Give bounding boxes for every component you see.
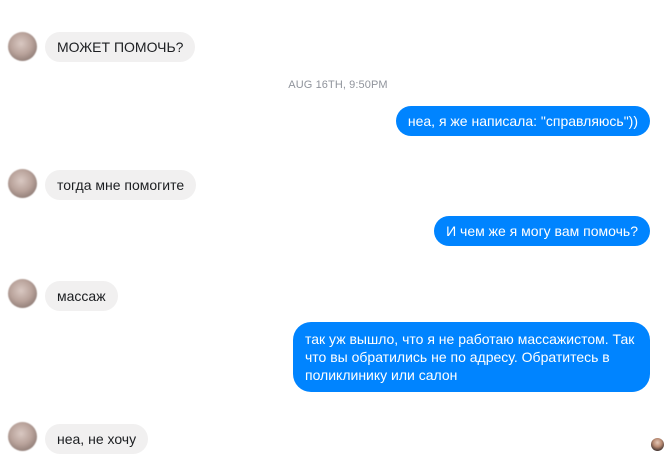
incoming-message[interactable]: МОЖЕТ ПОМОЧЬ? — [45, 32, 196, 62]
seen-avatar-icon — [650, 437, 665, 452]
incoming-message[interactable]: тогда мне помогите — [45, 170, 197, 200]
incoming-message[interactable]: массаж — [45, 281, 118, 311]
outgoing-message[interactable]: так уж вышло, что я не работаю массажист… — [293, 322, 650, 392]
contact-avatar[interactable] — [8, 32, 37, 61]
outgoing-message[interactable]: неа, я же написала: "справляюсь")) — [395, 106, 650, 136]
outgoing-message[interactable]: И чем же я могу вам помочь? — [434, 216, 650, 246]
contact-avatar[interactable] — [8, 422, 37, 451]
incoming-message[interactable]: неа, не хочу — [45, 424, 149, 454]
message-timestamp: AUG 16TH, 9:50PM — [288, 79, 388, 91]
contact-avatar[interactable] — [8, 279, 37, 308]
contact-avatar[interactable] — [8, 169, 37, 198]
